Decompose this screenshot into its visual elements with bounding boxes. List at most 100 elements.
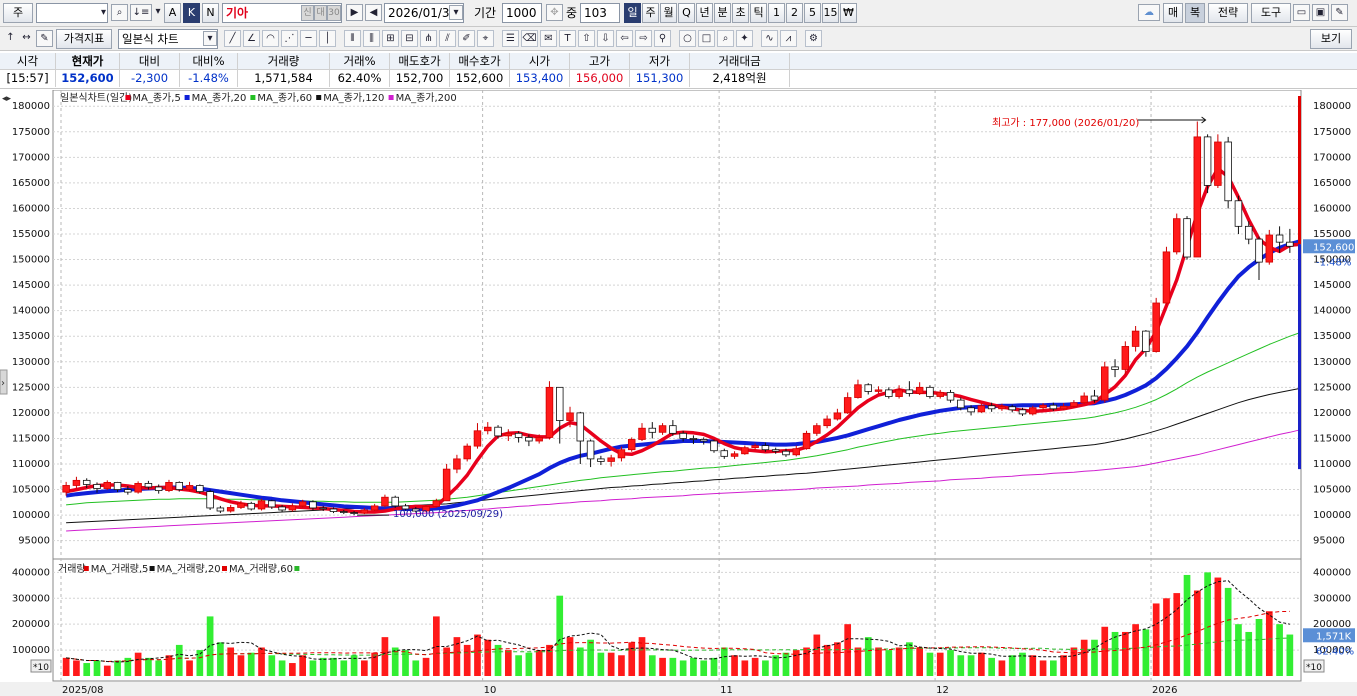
price-pane (52, 90, 1302, 560)
timeframe-button[interactable]: 틱 (750, 3, 767, 23)
timeframe-button[interactable]: 년 (696, 3, 713, 23)
layers-icon[interactable]: ☰ (502, 30, 519, 47)
chevron-down-icon[interactable]: ▾ (95, 5, 112, 22)
info-header: 거래량 (238, 53, 330, 70)
timeframe-button[interactable]: ₩ (840, 3, 857, 23)
margin-button[interactable]: 대 (314, 5, 327, 21)
tools-button[interactable]: 도구 (1251, 3, 1291, 23)
timeframe-button[interactable]: 월 (660, 3, 677, 23)
search-icon[interactable]: ⌕ (111, 4, 128, 21)
candle-body (895, 389, 903, 397)
cloud-icon[interactable]: ☁ (1138, 4, 1160, 21)
candle-body (699, 439, 708, 442)
arrows-horizontal-icon[interactable]: ↔ (18, 30, 35, 47)
volume-bar (700, 660, 708, 676)
save-icon[interactable]: ▣ (1312, 4, 1329, 21)
square-icon[interactable]: □ (698, 30, 715, 47)
volume-bar (916, 647, 924, 676)
candle-body (525, 437, 533, 442)
thirty-button[interactable]: 30 (327, 5, 341, 21)
stock-chart[interactable]: › 180000 180000 175000 175000 170000 170000 165… (0, 90, 1357, 696)
filter-k-button[interactable]: K (183, 3, 200, 23)
price-indicator-button[interactable]: 가격지표 (56, 29, 112, 49)
vline-tool-icon[interactable]: │ (319, 30, 336, 47)
magic-icon[interactable]: ✦ (736, 30, 753, 47)
strategy-button[interactable]: 전략 (1208, 3, 1248, 23)
crosshair-icon[interactable]: ✥ (546, 4, 563, 21)
view-button[interactable]: 보기 (1310, 29, 1352, 49)
sort-icon[interactable]: ↓≡ (130, 4, 152, 21)
eraser-icon[interactable]: ⌫ (521, 30, 538, 47)
chevron-down-icon[interactable]: ▾ (449, 5, 463, 20)
sell-button[interactable]: 매 (1163, 3, 1183, 23)
zoom-icon[interactable]: ⌕ (717, 30, 734, 47)
wrench-icon[interactable]: ✎ (1331, 4, 1348, 21)
right-arrow-icon[interactable]: ⇨ (635, 30, 652, 47)
filter-a-button[interactable]: A (164, 3, 181, 23)
timeframe-button[interactable]: 분 (714, 3, 731, 23)
parallel-icon[interactable]: ⫽ (439, 30, 456, 47)
price-tick-label-right: 120000 (1313, 408, 1351, 419)
market-select-button[interactable]: 주 (3, 3, 33, 23)
arrow-up-icon[interactable]: ↑ (2, 30, 19, 47)
cycle-icon[interactable]: ⫼ (363, 30, 380, 47)
line-tool-icon[interactable]: ╱ (224, 30, 241, 47)
timeframe-button[interactable]: 15 (822, 3, 839, 23)
candle-body (113, 481, 122, 490)
chevron-down-icon[interactable]: ▾ (153, 4, 163, 21)
chevron-down-icon[interactable]: ▾ (203, 31, 217, 46)
angle-tool-icon[interactable]: ∠ (243, 30, 260, 47)
volume-bar (1265, 611, 1273, 676)
timeframe-button[interactable]: 주 (642, 3, 659, 23)
candle-body (843, 397, 852, 414)
volume-bar (1060, 655, 1067, 676)
compound-button[interactable]: 복 (1185, 3, 1205, 23)
grid-icon[interactable]: ⊟ (401, 30, 418, 47)
volume-bar (134, 652, 142, 676)
candle-body (854, 384, 862, 398)
timeframe-button[interactable]: 일 (624, 3, 641, 23)
edit-icon[interactable]: ✎ (36, 30, 53, 47)
channel-icon[interactable]: ⋔ (420, 30, 437, 47)
filter-n-button[interactable]: N (202, 3, 219, 23)
info-value: -1.48% (180, 70, 238, 87)
step-back-icon[interactable]: ◀ (365, 4, 382, 21)
price-tick-label: 135000 (12, 331, 50, 342)
circle-icon[interactable]: ○ (679, 30, 696, 47)
candle-body (514, 432, 523, 438)
info-value: 152,700 (390, 70, 450, 87)
volume-bar (587, 639, 594, 676)
period-input[interactable]: 1000 (502, 3, 542, 23)
timeframe-button[interactable]: Q (678, 3, 695, 23)
arc-tool-icon[interactable]: ◠ (262, 30, 279, 47)
timeframe-button[interactable]: 5 (804, 3, 821, 23)
folder-icon[interactable]: ▭ (1293, 4, 1310, 21)
down-arrow-icon[interactable]: ⇩ (597, 30, 614, 47)
count-input[interactable]: 103 (580, 3, 620, 23)
xy-icon[interactable]: ⌖ (477, 30, 494, 47)
up-arrow-icon[interactable]: ⇧ (578, 30, 595, 47)
note-icon[interactable]: ✉ (540, 30, 557, 47)
volume-bar (751, 657, 759, 676)
volume-bar (103, 665, 111, 676)
volume-tick-label: 100000 (12, 645, 50, 656)
fibo-icon[interactable]: ⦀ (344, 30, 361, 47)
settings-icon[interactable]: ⚙ (805, 30, 822, 47)
trend-icon[interactable]: ⩘ (780, 30, 797, 47)
credit-button[interactable]: 신 (301, 5, 314, 21)
wave-icon[interactable]: ∿ (761, 30, 778, 47)
candle-body (915, 386, 924, 394)
pen-icon[interactable]: ✐ (458, 30, 475, 47)
timeframe-button[interactable]: 1 (768, 3, 785, 23)
timeframe-button[interactable]: 2 (786, 3, 803, 23)
left-arrow-icon[interactable]: ⇦ (616, 30, 633, 47)
play-icon[interactable]: ▶ (346, 4, 363, 21)
hline-tool-icon[interactable]: ─ (300, 30, 317, 47)
timeframe-button[interactable]: 초 (732, 3, 749, 23)
volume-bar (710, 657, 718, 676)
volume-bar (762, 660, 769, 676)
text-icon[interactable]: T (559, 30, 576, 47)
table-icon[interactable]: ⊞ (382, 30, 399, 47)
fan-tool-icon[interactable]: ⋰ (281, 30, 298, 47)
pin-icon[interactable]: ⚲ (654, 30, 671, 47)
